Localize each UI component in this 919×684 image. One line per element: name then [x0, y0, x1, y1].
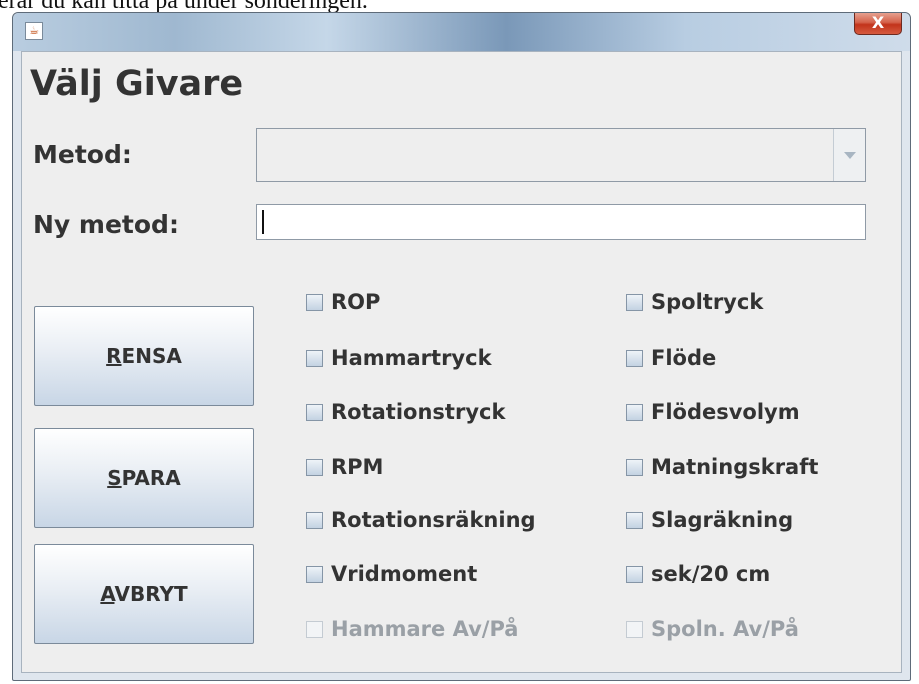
close-icon: X: [871, 13, 885, 32]
checkbox-label: Spoln. Av/På: [651, 617, 799, 641]
checkbox-label: Rotationstryck: [331, 400, 506, 424]
checkbox-label: Flöde: [651, 346, 717, 370]
checkbox-box[interactable]: [306, 565, 323, 583]
page-title: Välj Givare: [30, 64, 244, 104]
text-caret: [262, 210, 264, 234]
close-button[interactable]: X: [854, 13, 902, 35]
checkbox-label: Vridmoment: [331, 562, 478, 586]
checkbox-label: Hammartryck: [331, 346, 492, 370]
checkbox-box[interactable]: [626, 565, 643, 583]
checkbox-box[interactable]: [306, 458, 323, 476]
checkbox-box[interactable]: [626, 458, 643, 476]
checkbox-box[interactable]: [626, 293, 643, 311]
rensa-button[interactable]: RENSA: [34, 306, 254, 406]
metod-dropdown[interactable]: [256, 128, 866, 182]
checkbox-hammartryck[interactable]: Hammartryck: [306, 346, 492, 370]
checkbox-label: RPM: [331, 455, 384, 479]
checkbox-box[interactable]: [306, 511, 323, 529]
checkbox-vridmoment[interactable]: Vridmoment: [306, 562, 477, 586]
ny-metod-label: Ny metod:: [33, 210, 179, 239]
checkbox-label: ROP: [331, 290, 381, 314]
checkbox-flodesvolym[interactable]: Flödesvolym: [626, 400, 800, 424]
java-icon: ☕: [25, 22, 43, 40]
title-bar[interactable]: ☕ X: [13, 13, 910, 51]
metod-label: Metod:: [33, 140, 132, 169]
spara-button[interactable]: SPARA: [34, 428, 254, 528]
avbryt-button[interactable]: AVBRYT: [34, 544, 254, 644]
checkbox-hammare-av-pa: Hammare Av/På: [306, 617, 518, 641]
checkbox-flode[interactable]: Flöde: [626, 346, 716, 370]
checkbox-box: [626, 620, 643, 638]
checkbox-label: sek/20 cm: [651, 562, 771, 586]
checkbox-rpm[interactable]: RPM: [306, 455, 383, 479]
checkbox-slagrakning[interactable]: Slagräkning: [626, 508, 793, 532]
checkbox-spoltryck[interactable]: Spoltryck: [626, 290, 763, 314]
checkbox-box[interactable]: [306, 293, 323, 311]
checkbox-box[interactable]: [626, 511, 643, 529]
checkbox-box[interactable]: [626, 403, 643, 421]
checkbox-label: Matningskraft: [651, 455, 819, 479]
checkbox-label: Hammare Av/På: [331, 617, 519, 641]
checkbox-box[interactable]: [626, 349, 643, 367]
checkbox-box[interactable]: [306, 349, 323, 367]
checkbox-sek-20-cm[interactable]: sek/20 cm: [626, 562, 770, 586]
checkbox-box: [306, 620, 323, 638]
avbryt-button-label: AVBRYT: [100, 582, 188, 606]
checkbox-label: Slagräkning: [651, 508, 794, 532]
rensa-button-label: RENSA: [106, 344, 182, 368]
checkbox-rotationstryck[interactable]: Rotationstryck: [306, 400, 505, 424]
ny-metod-input[interactable]: [256, 204, 866, 240]
chevron-down-icon: [844, 152, 856, 159]
checkbox-box[interactable]: [306, 403, 323, 421]
checkbox-label: Spoltryck: [651, 290, 764, 314]
checkbox-rop[interactable]: ROP: [306, 290, 380, 314]
dropdown-arrow-button[interactable]: [833, 129, 865, 181]
checkbox-rotationsrakning[interactable]: Rotationsräkning: [306, 508, 536, 532]
checkbox-spoln-av-pa: Spoln. Av/På: [626, 617, 799, 641]
checkbox-label: Flödesvolym: [651, 400, 800, 424]
spara-button-label: SPARA: [107, 466, 181, 490]
checkbox-matningskraft[interactable]: Matningskraft: [626, 455, 818, 479]
checkbox-label: Rotationsräkning: [331, 508, 536, 532]
